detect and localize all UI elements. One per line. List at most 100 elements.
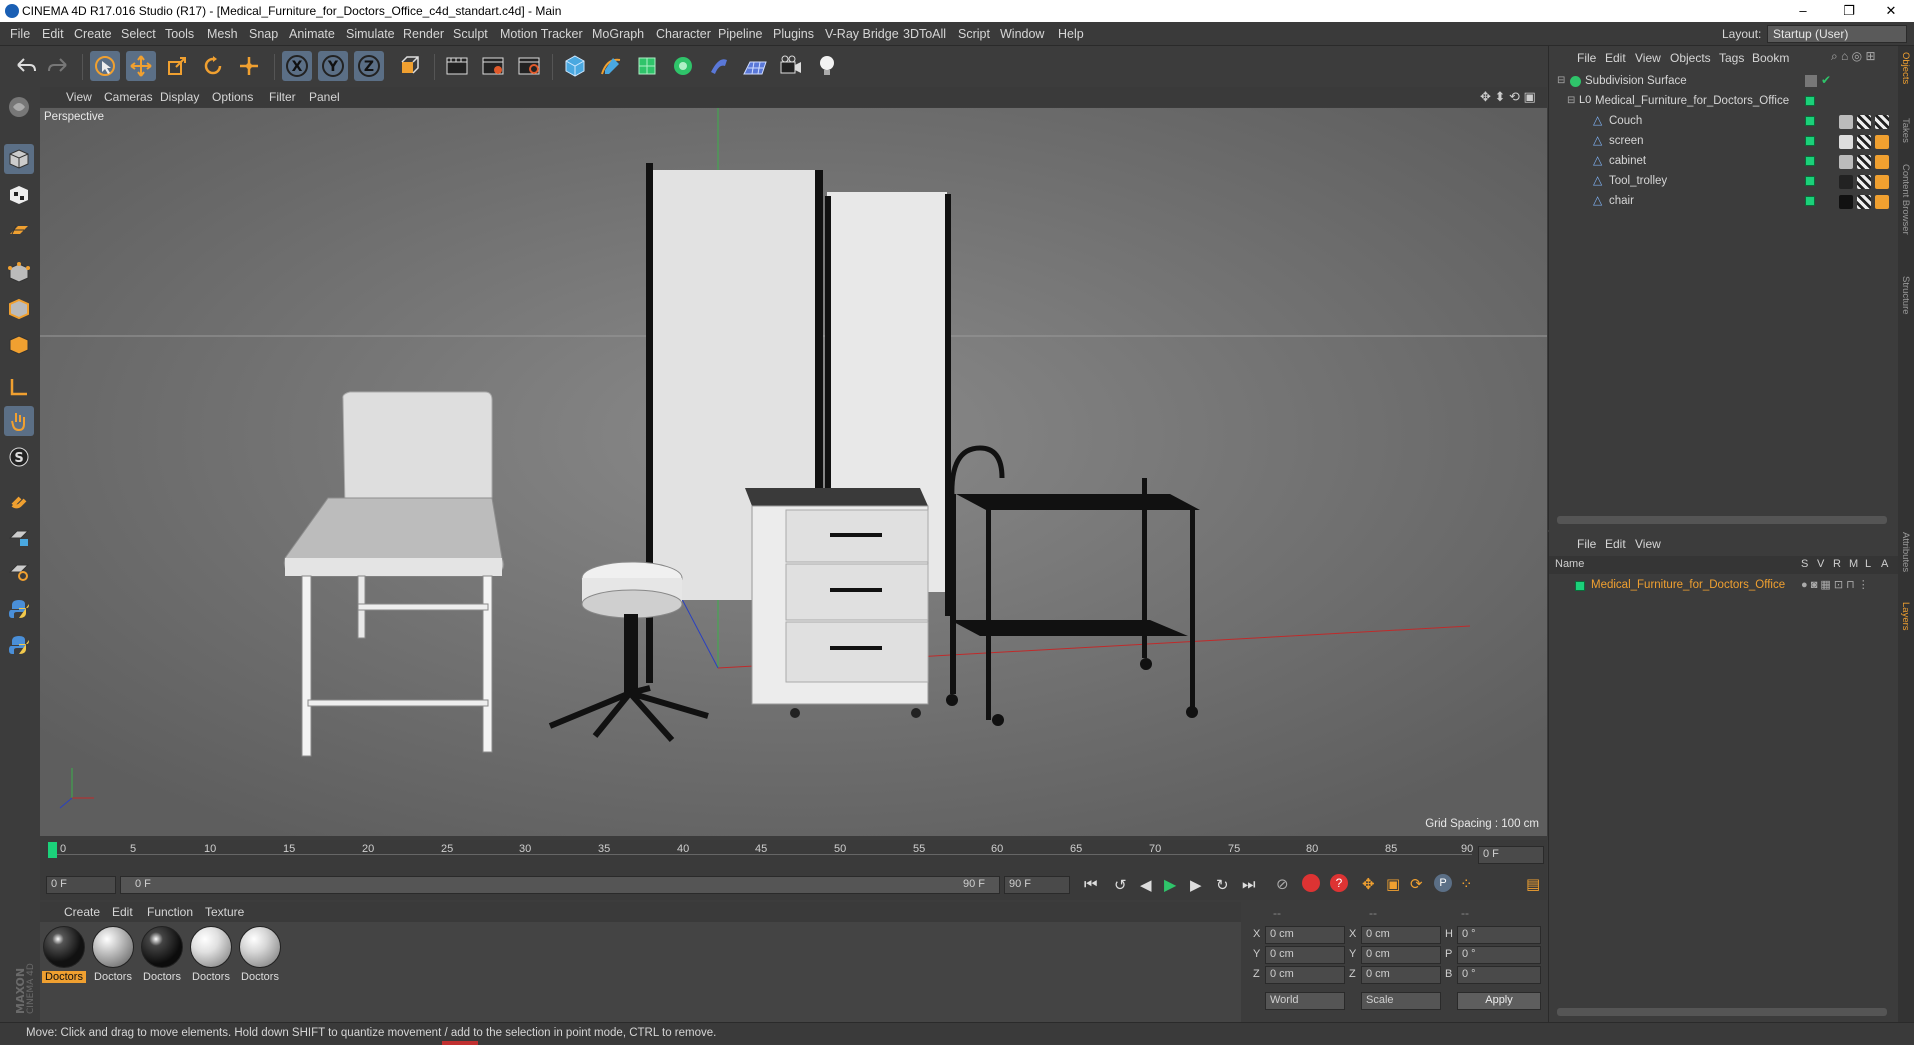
rotation-h-field[interactable]: 0 ° xyxy=(1457,926,1541,944)
perspective-viewport[interactable]: Perspective Grid Spacing : 100 cm xyxy=(40,108,1547,836)
layer-flags-icons[interactable]: ● ◙ ▦ ⊡ ⊓ ⋮ xyxy=(1801,578,1869,591)
coordinate-space-dropdown[interactable]: World xyxy=(1265,992,1345,1010)
layer-color-icon[interactable] xyxy=(1805,196,1815,206)
make-editable-icon[interactable] xyxy=(4,92,34,122)
layer-color-icon[interactable] xyxy=(1805,116,1815,126)
layer-manager-scrollbar[interactable] xyxy=(1557,1008,1887,1016)
material-swatch[interactable]: Doctors xyxy=(42,926,86,986)
menu-character[interactable]: Character xyxy=(656,27,711,41)
position-y-field[interactable]: 0 cm xyxy=(1265,946,1345,964)
tab-content-browser[interactable]: Content Browser xyxy=(1900,164,1911,235)
size-mode-dropdown[interactable]: Scale xyxy=(1361,992,1441,1010)
next-key-icon[interactable]: ↻ xyxy=(1216,876,1229,894)
menu-3dtoall[interactable]: 3DToAll xyxy=(903,27,946,41)
solo-mode-icon[interactable]: S xyxy=(4,442,34,472)
object-menu-view[interactable]: View xyxy=(1635,51,1661,65)
scale-tool-icon[interactable] xyxy=(162,51,192,81)
layer-color-icon[interactable] xyxy=(1805,156,1815,166)
layer-row[interactable]: Medical_Furniture_for_Doctors_Office ● ◙… xyxy=(1549,576,1899,596)
texture-tag-icon[interactable] xyxy=(1857,135,1871,149)
play-icon[interactable]: ▶ xyxy=(1164,875,1176,895)
go-to-start-icon[interactable]: ⏮ xyxy=(1084,876,1098,893)
expand-icon[interactable]: ⊟ xyxy=(1557,75,1565,86)
spline-pen-icon[interactable] xyxy=(596,51,626,81)
restore-button[interactable]: ❐ xyxy=(1826,0,1872,22)
expand-icon[interactable]: ⊟ xyxy=(1567,95,1575,106)
object-row[interactable]: △ screen xyxy=(1549,132,1899,152)
layer-color-icon[interactable] xyxy=(1805,176,1815,186)
layer-menu-edit[interactable]: Edit xyxy=(1605,537,1626,551)
object-row[interactable]: ⊟ L0 Medical_Furniture_for_Doctors_Offic… xyxy=(1549,92,1899,112)
texture-mode-icon[interactable] xyxy=(4,180,34,210)
z-axis-lock-icon[interactable]: Z xyxy=(354,51,384,81)
material-tag-icon[interactable] xyxy=(1839,195,1853,209)
menu-vray-bridge[interactable]: V-Ray Bridge xyxy=(825,27,899,41)
layer-menu-view[interactable]: View xyxy=(1635,537,1661,551)
timeline-window-icon[interactable]: ▤ xyxy=(1526,875,1540,893)
snap-magnet-icon[interactable] xyxy=(4,484,34,514)
material-swatch[interactable]: Doctors xyxy=(189,926,233,986)
viewport-menu-cameras[interactable]: Cameras xyxy=(104,90,153,104)
python-script-icon[interactable] xyxy=(4,594,34,624)
object-menu-tags[interactable]: Tags xyxy=(1719,51,1744,65)
size-y-field[interactable]: 0 cm xyxy=(1361,946,1441,964)
redo-icon[interactable] xyxy=(44,51,74,81)
model-mode-icon[interactable] xyxy=(4,144,34,174)
viewport-menu-options[interactable]: Options xyxy=(212,90,253,104)
tab-layers[interactable]: Layers xyxy=(1900,602,1911,631)
layer-color-icon[interactable] xyxy=(1805,136,1815,146)
position-x-field[interactable]: 0 cm xyxy=(1265,926,1345,944)
key-rotation-icon[interactable]: ⟳ xyxy=(1410,875,1423,893)
texture-tag-icon[interactable] xyxy=(1875,155,1889,169)
apply-button[interactable]: Apply xyxy=(1457,992,1541,1010)
keyframe-selection-icon[interactable]: ? xyxy=(1330,874,1348,892)
material-menu-function[interactable]: Function xyxy=(147,905,193,919)
undo-icon[interactable] xyxy=(10,51,40,81)
deformer-icon[interactable] xyxy=(704,51,734,81)
material-swatch[interactable]: Doctors xyxy=(140,926,184,986)
y-axis-lock-icon[interactable]: Y xyxy=(318,51,348,81)
menu-file[interactable]: File xyxy=(10,27,30,41)
current-frame-field[interactable]: 0 F xyxy=(1478,846,1544,864)
viewport-menu-display[interactable]: Display xyxy=(160,90,199,104)
material-tag-icon[interactable] xyxy=(1839,155,1853,169)
menu-help[interactable]: Help xyxy=(1058,27,1084,41)
menu-pipeline[interactable]: Pipeline xyxy=(718,27,762,41)
floor-environment-icon[interactable] xyxy=(740,51,770,81)
material-swatch[interactable]: Doctors xyxy=(238,926,282,986)
record-keys-icon[interactable]: ⊘ xyxy=(1276,875,1289,893)
object-manager-tools-icons[interactable]: ⌕ ⌂ ◎ ⊞ xyxy=(1831,49,1876,64)
position-z-field[interactable]: 0 cm xyxy=(1265,966,1345,984)
object-row[interactable]: △ cabinet xyxy=(1549,152,1899,172)
minimize-button[interactable]: – xyxy=(1780,0,1826,22)
next-frame-icon[interactable]: ▶ xyxy=(1190,876,1202,894)
key-position-icon[interactable]: ✥ xyxy=(1362,875,1375,893)
render-to-picture-viewer-icon[interactable] xyxy=(478,51,508,81)
subdivision-surface-icon[interactable] xyxy=(632,51,662,81)
render-settings-icon[interactable] xyxy=(514,51,544,81)
size-z-field[interactable]: 0 cm xyxy=(1361,966,1441,984)
rotate-tool-icon[interactable] xyxy=(198,51,228,81)
menu-tools[interactable]: Tools xyxy=(165,27,194,41)
points-mode-icon[interactable] xyxy=(4,258,34,288)
object-row[interactable]: △ Tool_trolley xyxy=(1549,172,1899,192)
tab-attributes[interactable]: Attributes xyxy=(1900,532,1911,572)
previous-key-icon[interactable]: ↺ xyxy=(1114,876,1127,894)
tweak-mode-icon[interactable] xyxy=(4,406,34,436)
texture-tag-icon[interactable] xyxy=(1875,175,1889,189)
autokey-icon[interactable] xyxy=(1302,874,1320,892)
material-swatch[interactable]: Doctors xyxy=(91,926,135,986)
menu-sculpt[interactable]: Sculpt xyxy=(453,27,488,41)
end-frame-field[interactable]: 90 F xyxy=(1004,876,1070,894)
workplane-mode-icon[interactable] xyxy=(4,216,34,246)
live-selection-icon[interactable] xyxy=(90,51,120,81)
coordinate-system-icon[interactable] xyxy=(394,51,424,81)
object-manager-scrollbar[interactable] xyxy=(1557,516,1887,524)
material-menu-edit[interactable]: Edit xyxy=(112,905,133,919)
menu-simulate[interactable]: Simulate xyxy=(346,27,395,41)
menu-mograph[interactable]: MoGraph xyxy=(592,27,644,41)
locked-workplane-icon[interactable] xyxy=(4,522,34,552)
layer-color-icon[interactable] xyxy=(1575,581,1585,591)
move-tool-icon[interactable] xyxy=(126,51,156,81)
texture-tag-icon[interactable] xyxy=(1875,135,1889,149)
